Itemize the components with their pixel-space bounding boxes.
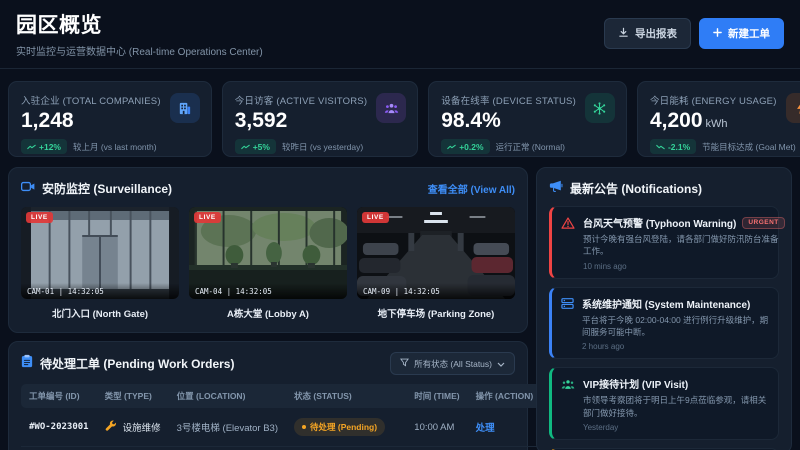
notifications-panel: 最新公告 (Notifications) 台风天气预警 (Typhoon War… — [536, 167, 792, 450]
trend-badge: +5% — [234, 139, 276, 155]
funnel-icon — [400, 358, 410, 369]
status-badge: 待处理 (Pending) — [294, 418, 386, 436]
table-header-row: 工单编号 (ID) 类型 (TYPE) 位置 (LOCATION) 状态 (ST… — [21, 384, 542, 408]
table-row[interactable]: #WO-2023002 环境清洁 中央公园 (Central Park) 进行中… — [21, 446, 542, 450]
building-icon — [169, 93, 200, 123]
network-icon — [584, 93, 615, 123]
order-id: #WO-2023002 — [21, 446, 97, 450]
download-icon — [618, 27, 629, 41]
work-orders-panel: 待处理工单 (Pending Work Orders) 所有状态 (All St… — [8, 341, 542, 450]
camera-tile[interactable]: LIVE CAM-09 | 14:32:05 地下停车场 (Parking Zo… — [357, 207, 515, 320]
live-badge: LIVE — [26, 212, 53, 223]
order-location: 中央公园 (Central Park) — [168, 446, 286, 450]
notification-timestamp: 10 mins ago — [583, 261, 627, 271]
page-title: 园区概览 — [16, 14, 102, 37]
warning-icon — [561, 215, 575, 271]
camera-overlay-label: CAM-09 | 14:32:05 — [357, 283, 515, 299]
camera-overlay-label: CAM-04 | 14:32:05 — [189, 283, 347, 299]
work-orders-title: 待处理工单 (Pending Work Orders) — [40, 357, 235, 371]
surveillance-title: 安防监控 (Surveillance) — [42, 181, 173, 196]
col-status: 状态 (STATUS) — [286, 384, 407, 408]
camera-caption: 北门入口 (North Gate) — [51, 309, 149, 320]
kpi-card-visitors: 今日访客 (ACTIVE VISITORS) 3,592 +5% 较昨日 (vs… — [221, 81, 419, 157]
camera-feed-parking[interactable]: LIVE CAM-09 | 14:32:05 — [357, 207, 515, 299]
notification-item-maintenance[interactable]: 系统维护通知 (System Maintenance) 平台将于今晚 02:00… — [549, 286, 779, 360]
live-badge: LIVE — [194, 212, 221, 223]
col-location: 位置 (LOCATION) — [168, 384, 286, 408]
notifications-title: 最新公告 (Notifications) — [570, 182, 702, 196]
view-all-link[interactable]: 查看全部 (View All) — [428, 181, 515, 196]
bolt-icon — [785, 93, 800, 123]
col-action: 操作 (ACTION) — [467, 384, 542, 408]
kpi-unit: kWh — [705, 118, 728, 130]
notification-timestamp: Yesterday — [583, 422, 619, 432]
col-id: 工单编号 (ID) — [21, 384, 97, 408]
header-titles: 园区概览 实时监控与运营数据中心 (Real-time Operations C… — [16, 9, 263, 58]
trend-badge: -2.1% — [649, 139, 697, 155]
camera-caption: A栋大堂 (Lobby A) — [227, 309, 309, 320]
camera-feed-lobby-a[interactable]: LIVE CAM-04 | 14:32:05 — [189, 207, 347, 299]
live-badge: LIVE — [362, 212, 389, 223]
new-work-order-button[interactable]: 新建工单 — [699, 18, 784, 49]
clipboard-icon — [21, 354, 33, 373]
left-column: 安防监控 (Surveillance) 查看全部 (View All) LIVE… — [8, 167, 542, 450]
camera-grid: LIVE CAM-01 | 14:32:05 北门入口 (North Gate) — [21, 207, 515, 320]
group-icon — [561, 376, 575, 432]
notification-item-vip[interactable]: VIP接待计划 (VIP Visit) 市领导考察团将于明日上午9点莅临参观，请… — [549, 367, 779, 440]
order-type: 设施维修 — [105, 420, 161, 435]
camera-feed-north-gate[interactable]: LIVE CAM-01 | 14:32:05 — [21, 207, 179, 299]
camera-tile[interactable]: LIVE CAM-01 | 14:32:05 北门入口 (North Gate) — [21, 207, 179, 320]
order-time: 09:45 AM — [406, 446, 468, 450]
order-location: 3号楼电梯 (Elevator B3) — [168, 408, 286, 447]
page-subtitle: 实时监控与运营数据中心 (Real-time Operations Center… — [16, 47, 263, 58]
header-actions: 导出报表 新建工单 — [604, 18, 784, 49]
trend-badge: +0.2% — [441, 139, 490, 155]
megaphone-icon — [549, 179, 563, 198]
server-icon — [561, 296, 574, 352]
kpi-row: 入驻企业 (TOTAL COMPANIES) 1,248 +12% 较上月 (v… — [8, 81, 800, 157]
chevron-down-icon — [497, 359, 505, 369]
order-time: 10:00 AM — [406, 408, 468, 447]
trend-badge: +12% — [21, 139, 67, 155]
col-time: 时间 (TIME) — [406, 384, 468, 408]
export-report-button[interactable]: 导出报表 — [604, 18, 691, 49]
notification-timestamp: 2 hours ago — [582, 342, 625, 352]
page-header: 园区概览 实时监控与运营数据中心 (Real-time Operations C… — [0, 0, 800, 69]
wrench-icon — [105, 420, 117, 435]
kpi-card-companies: 入驻企业 (TOTAL COMPANIES) 1,248 +12% 较上月 (v… — [8, 81, 212, 157]
kpi-card-energy: 今日能耗 (ENERGY USAGE) 4,200 kWh -2.1% 节能目标达… — [636, 81, 800, 157]
col-type: 类型 (TYPE) — [96, 384, 169, 408]
camera-tile[interactable]: LIVE CAM-04 | 14:32:05 A栋大堂 (Lobby A) — [189, 207, 347, 320]
surveillance-panel: 安防监控 (Surveillance) 查看全部 (View All) LIVE… — [8, 167, 528, 333]
camera-overlay-label: CAM-01 | 14:32:05 — [21, 283, 179, 299]
camera-caption: 地下停车场 (Parking Zone) — [377, 309, 495, 320]
status-filter-dropdown[interactable]: 所有状态 (All Status) — [390, 352, 515, 375]
handle-action-link[interactable]: 处理 — [476, 423, 495, 434]
table-row[interactable]: #WO-2023001 设施维修 3号楼电梯 (Elevator B3) 待处理… — [21, 408, 542, 447]
work-orders-table: 工单编号 (ID) 类型 (TYPE) 位置 (LOCATION) 状态 (ST… — [21, 384, 542, 450]
urgent-badge: URGENT — [742, 216, 785, 229]
kpi-card-devices: 设备在线率 (DEVICE STATUS) 98.4% +0.2% 运行正常 (… — [428, 81, 627, 157]
order-id: #WO-2023001 — [21, 408, 97, 447]
main-content: 安防监控 (Surveillance) 查看全部 (View All) LIVE… — [8, 167, 792, 450]
visitors-icon — [376, 93, 407, 123]
plus-icon — [713, 27, 722, 40]
notification-item-typhoon[interactable]: 台风天气预警 (Typhoon Warning) URGENT 预计今晚有强台风… — [549, 206, 785, 279]
video-camera-icon — [20, 179, 35, 197]
